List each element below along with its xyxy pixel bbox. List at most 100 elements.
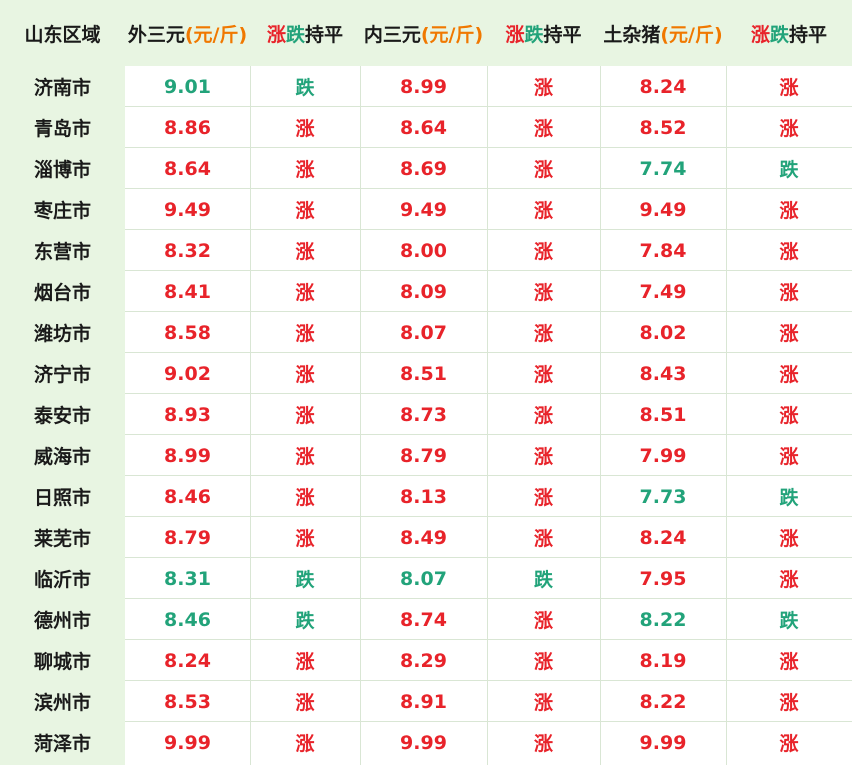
- grid-hline: [125, 229, 852, 230]
- table-row: 济宁市 9.02 涨 8.51 涨 8.43 涨: [0, 353, 852, 394]
- table-row: 潍坊市 8.58 涨 8.07 涨 8.02 涨: [0, 312, 852, 353]
- inner-trend-cell: 涨: [533, 692, 553, 714]
- outer-price-cell: 9.99: [164, 731, 211, 754]
- inner-trend-cell: 涨: [533, 77, 553, 99]
- header-local-trend: 涨跌持平: [726, 0, 852, 66]
- outer-trend-cell: 涨: [295, 651, 315, 673]
- header-trend-flat: 持平: [789, 23, 828, 46]
- grid-vline: [360, 66, 361, 765]
- local-trend-cell: 跌: [779, 159, 799, 181]
- local-price-cell: 7.95: [639, 567, 687, 590]
- local-price-cell: 8.19: [639, 649, 687, 672]
- local-trend-cell: 涨: [779, 569, 799, 591]
- header-trend-up: 涨: [505, 23, 525, 46]
- inner-price-cell: 8.79: [400, 444, 447, 467]
- inner-trend-cell: 涨: [533, 364, 553, 386]
- inner-trend-cell: 涨: [533, 651, 553, 673]
- table-row: 淄博市 8.64 涨 8.69 涨 7.74 跌: [0, 148, 852, 189]
- table-header: 山东区域 外三元 (元/斤) 涨跌持平 内三元 (元/斤) 涨跌持平 土杂猪 (元/斤…: [0, 0, 852, 66]
- header-trend-down: 跌: [769, 23, 789, 46]
- local-trend-cell: 涨: [779, 733, 799, 755]
- table-row: 泰安市 8.93 涨 8.73 涨 8.51 涨: [0, 394, 852, 435]
- outer-trend-cell: 涨: [295, 364, 315, 386]
- inner-trend-cell: 涨: [533, 733, 553, 755]
- local-trend-cell: 涨: [779, 323, 799, 345]
- outer-price-cell: 8.46: [164, 608, 211, 631]
- inner-trend-cell: 涨: [533, 159, 553, 181]
- header-trend-down: 跌: [524, 23, 544, 46]
- header-inner-trend: 涨跌持平: [487, 0, 600, 66]
- inner-price-cell: 8.73: [400, 403, 447, 426]
- grid-vline: [600, 66, 601, 765]
- grid-hline: [125, 598, 852, 599]
- grid-hline: [125, 270, 852, 271]
- local-price-cell: 7.73: [639, 485, 687, 508]
- inner-price-cell: 8.09: [400, 280, 447, 303]
- local-trend-cell: 涨: [779, 405, 799, 427]
- outer-price-cell: 8.58: [164, 321, 211, 344]
- local-price-cell: 7.74: [639, 157, 687, 180]
- local-trend-cell: 涨: [779, 77, 799, 99]
- region-cell: 潍坊市: [33, 323, 91, 345]
- local-price-cell: 8.22: [639, 608, 687, 631]
- local-trend-cell: 跌: [779, 487, 799, 509]
- header-region: 山东区域: [0, 0, 125, 66]
- local-trend-cell: 涨: [779, 200, 799, 222]
- outer-trend-cell: 涨: [295, 405, 315, 427]
- grid-vline: [726, 66, 727, 765]
- grid-vline: [250, 66, 251, 765]
- header-trend-up: 涨: [266, 23, 286, 46]
- local-price-cell: 8.51: [639, 403, 687, 426]
- outer-trend-cell: 涨: [295, 733, 315, 755]
- outer-trend-cell: 涨: [295, 200, 315, 222]
- local-price-cell: 7.99: [639, 444, 687, 467]
- header-trend-flat: 持平: [543, 23, 582, 46]
- inner-price-cell: 8.29: [400, 649, 447, 672]
- outer-price-cell: 8.53: [164, 690, 211, 713]
- region-cell: 枣庄市: [33, 200, 91, 222]
- outer-trend-cell: 跌: [295, 77, 315, 99]
- region-cell: 莱芜市: [33, 528, 91, 550]
- inner-trend-cell: 涨: [533, 487, 553, 509]
- outer-trend-cell: 跌: [295, 569, 315, 591]
- outer-trend-cell: 涨: [295, 528, 315, 550]
- region-cell: 泰安市: [33, 405, 91, 427]
- inner-price-cell: 8.13: [400, 485, 447, 508]
- outer-trend-cell: 涨: [295, 487, 315, 509]
- inner-price-cell: 8.64: [400, 116, 447, 139]
- region-cell: 威海市: [33, 446, 91, 468]
- region-cell: 淄博市: [33, 159, 91, 181]
- local-price-cell: 8.22: [639, 690, 687, 713]
- local-trend-cell: 涨: [779, 446, 799, 468]
- region-cell: 德州市: [33, 610, 91, 632]
- grid-hline: [125, 680, 852, 681]
- header-local-label: 土杂猪: [603, 23, 661, 46]
- table-row: 莱芜市 8.79 涨 8.49 涨 8.24 涨: [0, 517, 852, 558]
- grid-hline: [125, 188, 852, 189]
- outer-trend-cell: 跌: [295, 610, 315, 632]
- table-row: 威海市 8.99 涨 8.79 涨 7.99 涨: [0, 435, 852, 476]
- local-trend-cell: 涨: [779, 241, 799, 263]
- region-cell: 济宁市: [33, 364, 91, 386]
- local-trend-cell: 涨: [779, 364, 799, 386]
- outer-price-cell: 8.93: [164, 403, 211, 426]
- region-cell: 临沂市: [33, 569, 91, 591]
- header-trend-up: 涨: [750, 23, 770, 46]
- grid-hline: [125, 106, 852, 107]
- grid-hline: [125, 393, 852, 394]
- inner-trend-cell: 涨: [533, 323, 553, 345]
- header-region-label: 山东区域: [24, 23, 101, 46]
- local-price-cell: 8.02: [639, 321, 687, 344]
- outer-price-cell: 8.99: [164, 444, 211, 467]
- region-cell: 菏泽市: [33, 733, 91, 755]
- grid-hline: [125, 516, 852, 517]
- local-trend-cell: 涨: [779, 282, 799, 304]
- header-local-price: 土杂猪 (元/斤): [600, 0, 726, 66]
- inner-price-cell: 8.49: [400, 526, 447, 549]
- header-trend-down: 跌: [285, 23, 305, 46]
- table-row: 聊城市 8.24 涨 8.29 涨 8.19 涨: [0, 640, 852, 681]
- inner-trend-cell: 涨: [533, 118, 553, 140]
- local-trend-cell: 涨: [779, 651, 799, 673]
- inner-trend-cell: 涨: [533, 528, 553, 550]
- outer-trend-cell: 涨: [295, 241, 315, 263]
